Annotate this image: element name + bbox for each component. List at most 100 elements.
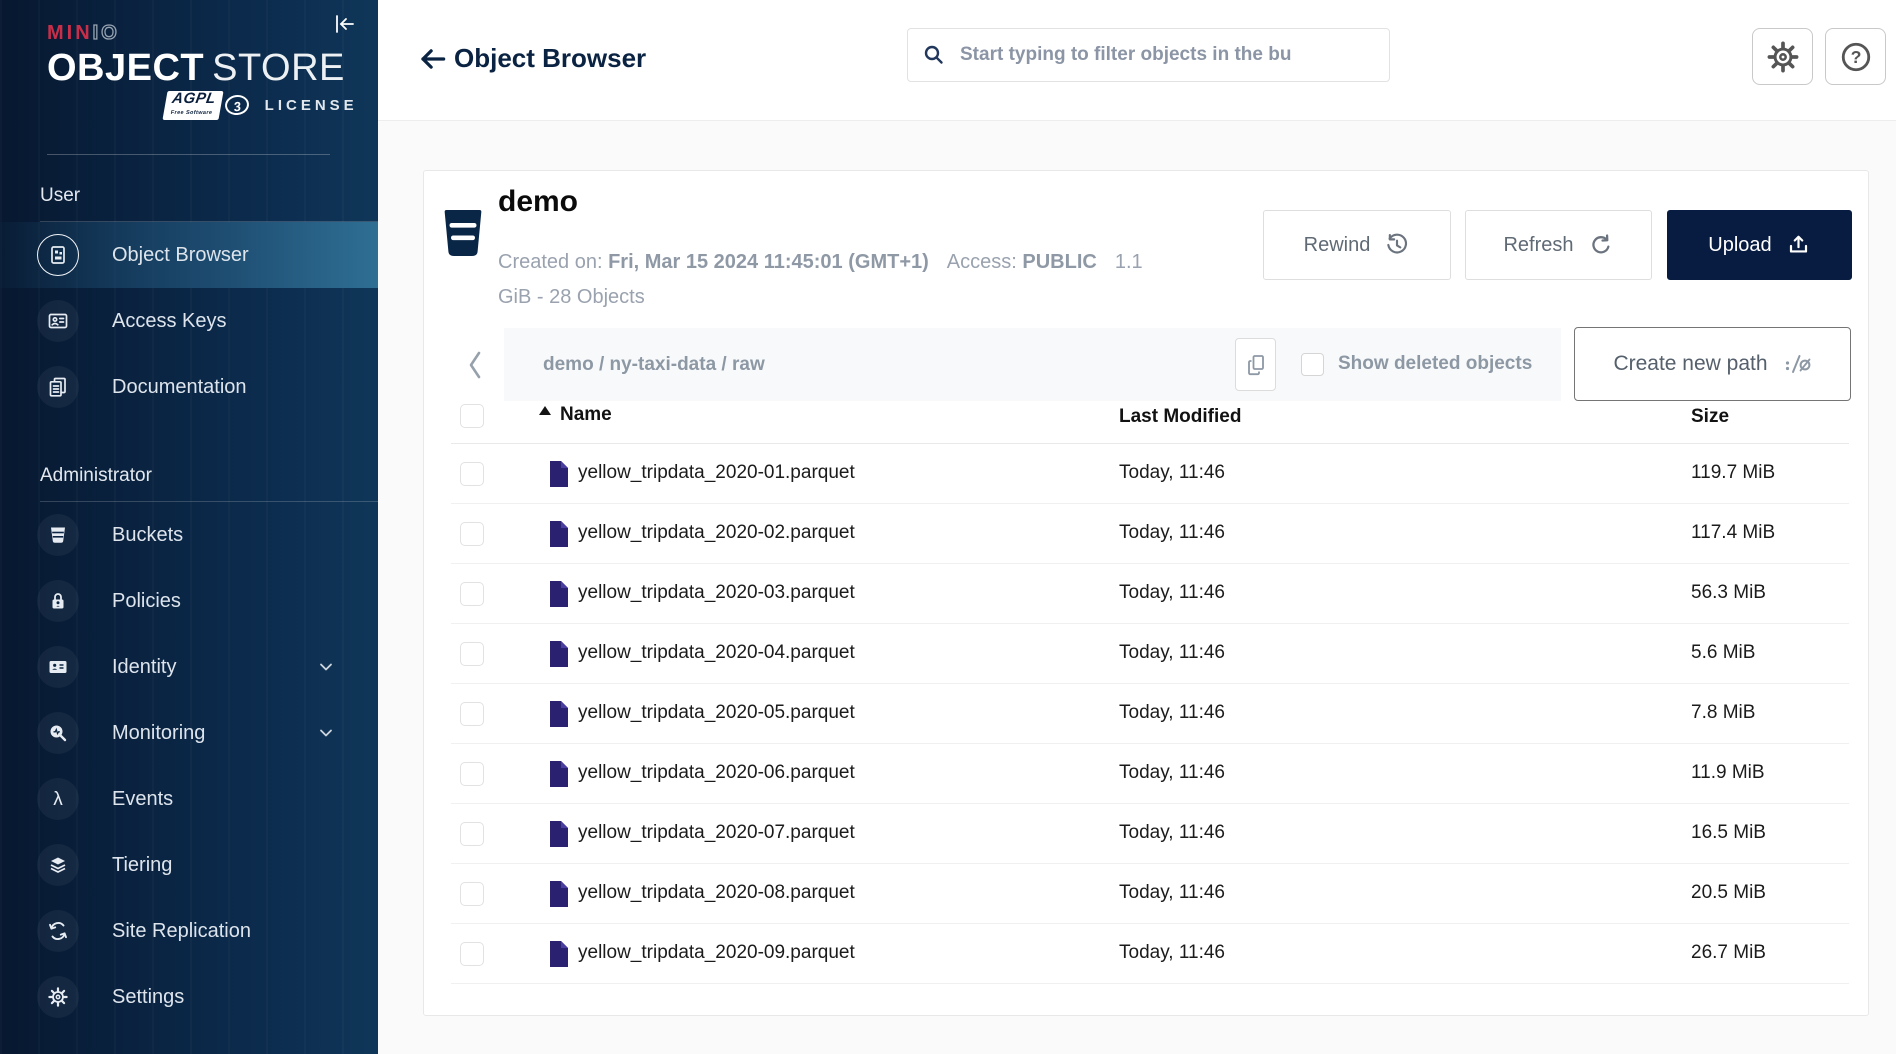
object-name[interactable]: yellow_tripdata_2020-09.parquet bbox=[578, 942, 855, 964]
chevron-down-icon[interactable] bbox=[316, 723, 336, 743]
search-icon bbox=[922, 43, 946, 67]
documentation-icon bbox=[37, 366, 79, 408]
object-last-modified: Today, 11:46 bbox=[1119, 462, 1225, 484]
sidebar-item-events[interactable]: λEvents bbox=[0, 766, 378, 832]
rewind-button[interactable]: Rewind bbox=[1263, 210, 1451, 280]
sidebar-item-identity[interactable]: Identity bbox=[0, 634, 378, 700]
row-checkbox[interactable] bbox=[460, 822, 484, 846]
copy-path-button[interactable] bbox=[1235, 338, 1276, 391]
object-last-modified: Today, 11:46 bbox=[1119, 762, 1225, 784]
buckets-icon bbox=[37, 514, 79, 556]
sidebar-item-monitoring[interactable]: Monitoring bbox=[0, 700, 378, 766]
object-last-modified: Today, 11:46 bbox=[1119, 702, 1225, 724]
filter-objects-input[interactable] bbox=[958, 43, 1375, 67]
sidebar-item-access-keys[interactable]: Access Keys bbox=[0, 288, 378, 354]
size-column-header[interactable]: Size bbox=[1691, 406, 1729, 428]
bucket-name: demo bbox=[498, 185, 578, 219]
table-row[interactable]: yellow_tripdata_2020-07.parquet Today, 1… bbox=[451, 804, 1849, 864]
row-checkbox[interactable] bbox=[460, 942, 484, 966]
select-all-checkbox[interactable] bbox=[460, 404, 484, 428]
bucket-icon bbox=[443, 208, 483, 263]
sidebar-item-label: Identity bbox=[112, 656, 176, 679]
row-checkbox[interactable] bbox=[460, 702, 484, 726]
name-column-header[interactable]: Name bbox=[539, 404, 612, 426]
sidebar-item-object-browser[interactable]: Object Browser bbox=[0, 222, 378, 288]
row-checkbox[interactable] bbox=[460, 522, 484, 546]
sidebar-item-label: Settings bbox=[112, 986, 184, 1009]
row-checkbox[interactable] bbox=[460, 462, 484, 486]
object-name[interactable]: yellow_tripdata_2020-03.parquet bbox=[578, 582, 855, 604]
tiering-icon bbox=[37, 844, 79, 886]
rewind-label: Rewind bbox=[1304, 234, 1371, 257]
table-row[interactable]: yellow_tripdata_2020-05.parquet Today, 1… bbox=[451, 684, 1849, 744]
sidebar-item-tiering[interactable]: Tiering bbox=[0, 832, 378, 898]
search-box bbox=[907, 28, 1390, 82]
site-replication-icon bbox=[37, 910, 79, 952]
object-last-modified: Today, 11:46 bbox=[1119, 522, 1225, 544]
table-row[interactable]: yellow_tripdata_2020-02.parquet Today, 1… bbox=[451, 504, 1849, 564]
row-checkbox[interactable] bbox=[460, 882, 484, 906]
top-header: Object Browser ? bbox=[378, 0, 1896, 121]
object-name[interactable]: yellow_tripdata_2020-04.parquet bbox=[578, 642, 855, 664]
new-path-icon bbox=[1784, 353, 1812, 375]
table-row[interactable]: yellow_tripdata_2020-06.parquet Today, 1… bbox=[451, 744, 1849, 804]
collapse-sidebar-icon[interactable] bbox=[332, 12, 356, 36]
create-new-path-label: Create new path bbox=[1613, 352, 1767, 376]
sidebar-item-buckets[interactable]: Buckets bbox=[0, 502, 378, 568]
sidebar-nav: UserObject BrowserAccess KeysDocumentati… bbox=[0, 185, 378, 1030]
sort-ascending-icon bbox=[539, 406, 551, 415]
table-body: yellow_tripdata_2020-01.parquet Today, 1… bbox=[451, 444, 1849, 984]
access-value: PUBLIC bbox=[1022, 251, 1096, 273]
table-row[interactable]: yellow_tripdata_2020-08.parquet Today, 1… bbox=[451, 864, 1849, 924]
table-row[interactable]: yellow_tripdata_2020-01.parquet Today, 1… bbox=[451, 444, 1849, 504]
object-size: 5.6 MiB bbox=[1691, 642, 1755, 664]
object-name[interactable]: yellow_tripdata_2020-08.parquet bbox=[578, 882, 855, 904]
breadcrumb[interactable]: demo / ny-taxi-data / raw bbox=[543, 354, 765, 376]
row-checkbox[interactable] bbox=[460, 762, 484, 786]
back-arrow-icon[interactable] bbox=[418, 44, 448, 74]
parquet-file-icon bbox=[548, 940, 570, 973]
minio-console: MINIO OBJECTSTORE AGPLFree Software 3 LI… bbox=[0, 0, 1896, 1054]
help-button[interactable]: ? bbox=[1825, 28, 1886, 85]
sidebar-item-policies[interactable]: Policies bbox=[0, 568, 378, 634]
object-name[interactable]: yellow_tripdata_2020-05.parquet bbox=[578, 702, 855, 724]
object-size: 119.7 MiB bbox=[1691, 462, 1775, 484]
table-row[interactable]: yellow_tripdata_2020-04.parquet Today, 1… bbox=[451, 624, 1849, 684]
table-header-row: Name Last Modified Size bbox=[451, 388, 1849, 444]
row-checkbox[interactable] bbox=[460, 582, 484, 606]
sidebar: MINIO OBJECTSTORE AGPLFree Software 3 LI… bbox=[0, 0, 378, 1054]
sidebar-item-label: Events bbox=[112, 788, 173, 811]
bucket-meta: Created on: Fri, Mar 15 2024 11:45:01 (G… bbox=[498, 245, 1258, 315]
object-name[interactable]: yellow_tripdata_2020-02.parquet bbox=[578, 522, 855, 544]
object-name[interactable]: yellow_tripdata_2020-06.parquet bbox=[578, 762, 855, 784]
parquet-file-icon bbox=[548, 640, 570, 673]
sidebar-item-label: Object Browser bbox=[112, 244, 249, 267]
sidebar-item-label: Policies bbox=[112, 590, 181, 613]
minio-logo: MINIO OBJECTSTORE AGPLFree Software 3 LI… bbox=[47, 22, 378, 118]
sidebar-item-label: Site Replication bbox=[112, 920, 251, 943]
usage-value-bottom: GiB - 28 Objects bbox=[498, 286, 645, 308]
upload-button[interactable]: Upload bbox=[1667, 210, 1852, 280]
table-row[interactable]: yellow_tripdata_2020-09.parquet Today, 1… bbox=[451, 924, 1849, 984]
refresh-button[interactable]: Refresh bbox=[1465, 210, 1652, 280]
show-deleted-checkbox[interactable] bbox=[1301, 353, 1324, 376]
sidebar-item-settings[interactable]: Settings bbox=[0, 964, 378, 1030]
row-checkbox[interactable] bbox=[460, 642, 484, 666]
settings-gear-button[interactable] bbox=[1752, 28, 1813, 85]
created-value: Fri, Mar 15 2024 11:45:01 (GMT+1) bbox=[608, 251, 929, 273]
parquet-file-icon bbox=[548, 460, 570, 493]
object-name[interactable]: yellow_tripdata_2020-01.parquet bbox=[578, 462, 855, 484]
sidebar-item-site-replication[interactable]: Site Replication bbox=[0, 898, 378, 964]
chevron-down-icon[interactable] bbox=[316, 657, 336, 677]
object-size: 117.4 MiB bbox=[1691, 522, 1775, 544]
last-modified-column-header[interactable]: Last Modified bbox=[1119, 406, 1241, 428]
object-last-modified: Today, 11:46 bbox=[1119, 582, 1225, 604]
object-last-modified: Today, 11:46 bbox=[1119, 822, 1225, 844]
agpl-v3-mark: 3 bbox=[223, 93, 250, 116]
table-row[interactable]: yellow_tripdata_2020-03.parquet Today, 1… bbox=[451, 564, 1849, 624]
upload-icon bbox=[1786, 233, 1811, 258]
svg-text:?: ? bbox=[1850, 47, 1861, 67]
sidebar-item-documentation[interactable]: Documentation bbox=[0, 354, 378, 420]
object-name[interactable]: yellow_tripdata_2020-07.parquet bbox=[578, 822, 855, 844]
license-label: LICENSE bbox=[265, 97, 358, 114]
